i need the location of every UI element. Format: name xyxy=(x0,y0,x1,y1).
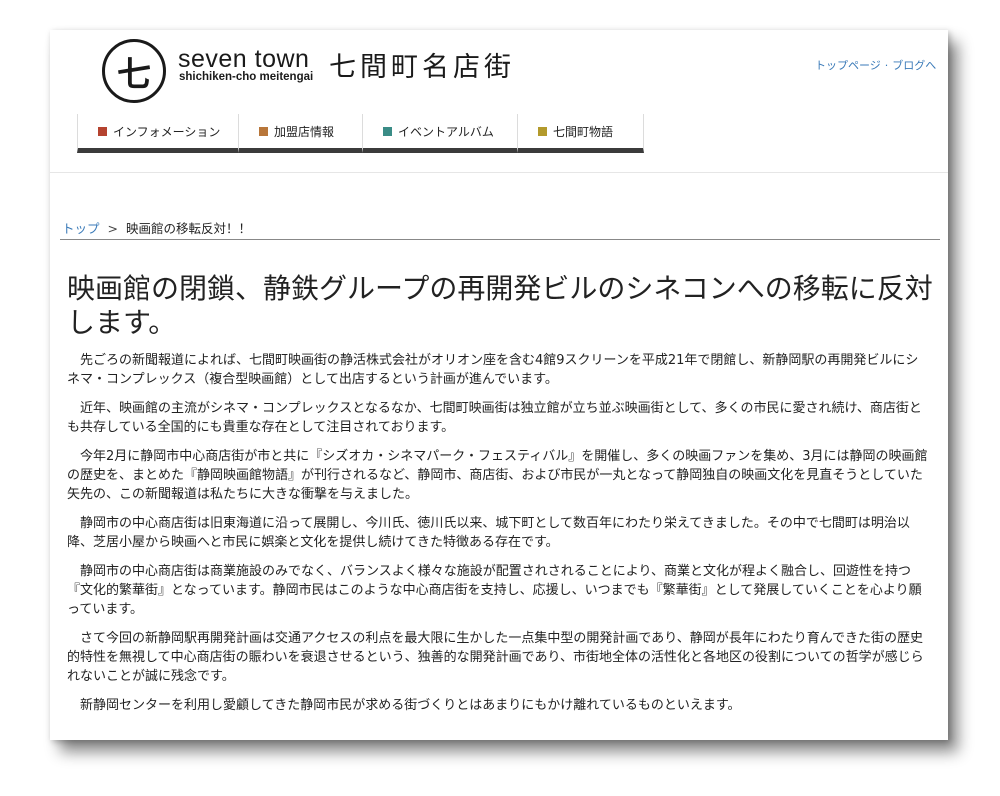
square-bullet-icon xyxy=(383,126,392,136)
nav-item-label: 加盟店情報 xyxy=(274,124,335,139)
nav-item-label: イベントアルバム xyxy=(398,124,494,139)
article-paragraph: 新静岡センターを利用し愛顧してきた静岡市民が求める街づくりとはあまりにもかけ離れ… xyxy=(80,698,741,713)
article-paragraph: 静岡市の中心商店街は旧東海道に沿って展開し、今川氏、徳川氏以来、城下町として数百… xyxy=(67,516,910,550)
square-bullet-icon xyxy=(98,126,107,136)
square-bullet-icon xyxy=(259,126,268,136)
nav-item-information[interactable]: インフォメーション xyxy=(77,114,239,153)
breadcrumb-divider xyxy=(60,239,940,240)
article-title: 映画館の閉鎖、静鉄グループの再開発ビルのシネコンへの移転に反対します。 xyxy=(67,272,933,339)
breadcrumb: トップ > 映画館の移転反対！！ xyxy=(62,218,251,237)
article-paragraph: 近年、映画館の主流がシネマ・コンプレックスとなるなか、七間町映画街は独立館が立ち… xyxy=(67,401,922,435)
article-paragraph: さて今回の新静岡駅再開発計画は交通アクセスの利点を最大限に生かした一点集中型の開… xyxy=(67,631,924,684)
nav-item-member-stores[interactable]: 加盟店情報 xyxy=(239,114,363,153)
main-nav: インフォメーション 加盟店情報 イベントアルバム 七間町物語 xyxy=(77,114,644,157)
breadcrumb-home-link[interactable]: トップ xyxy=(62,221,100,236)
link-separator: · xyxy=(884,59,889,72)
article-paragraph: 静岡市の中心商店街は商業施設のみでなく、バランスよく様々な施設が配置されされるこ… xyxy=(67,564,922,617)
square-bullet-icon xyxy=(538,126,547,136)
logo-english-name[interactable]: seven town xyxy=(178,45,309,73)
nav-item-event-album[interactable]: イベントアルバム xyxy=(363,114,518,153)
logo-mark[interactable]: 七 xyxy=(102,39,166,103)
nav-item-label: インフォメーション xyxy=(113,124,221,139)
article-paragraph: 先ごろの新聞報道によれば、七間町映画街の静活株式会社がオリオン座を含む4館9スク… xyxy=(67,353,919,387)
logo-japanese-name[interactable]: 七間町名店街 xyxy=(329,52,515,84)
nav-item-label: 七間町物語 xyxy=(553,124,614,139)
breadcrumb-separator: > xyxy=(107,221,118,236)
browser-page: 七 seven town shichiken-cho meitengai 七間町… xyxy=(50,30,948,740)
logo-subtitle: shichiken-cho meitengai xyxy=(179,71,314,83)
top-page-link[interactable]: トップページ xyxy=(815,59,881,72)
site-header: 七 seven town shichiken-cho meitengai 七間町… xyxy=(50,30,948,173)
nav-item-town-story[interactable]: 七間町物語 xyxy=(518,114,644,153)
top-links: トップページ · ブログへ xyxy=(815,57,936,73)
blog-link[interactable]: ブログへ xyxy=(892,59,936,72)
article-paragraph: 今年2月に静岡市中心商店街が市と共に『シズオカ・シネマパーク・フェスティバル』を… xyxy=(67,449,928,502)
breadcrumb-current: 映画館の移転反対！！ xyxy=(126,221,252,236)
article-body: 先ごろの新聞報道によれば、七間町映画街の静活株式会社がオリオン座を含む4館9スク… xyxy=(67,351,931,725)
